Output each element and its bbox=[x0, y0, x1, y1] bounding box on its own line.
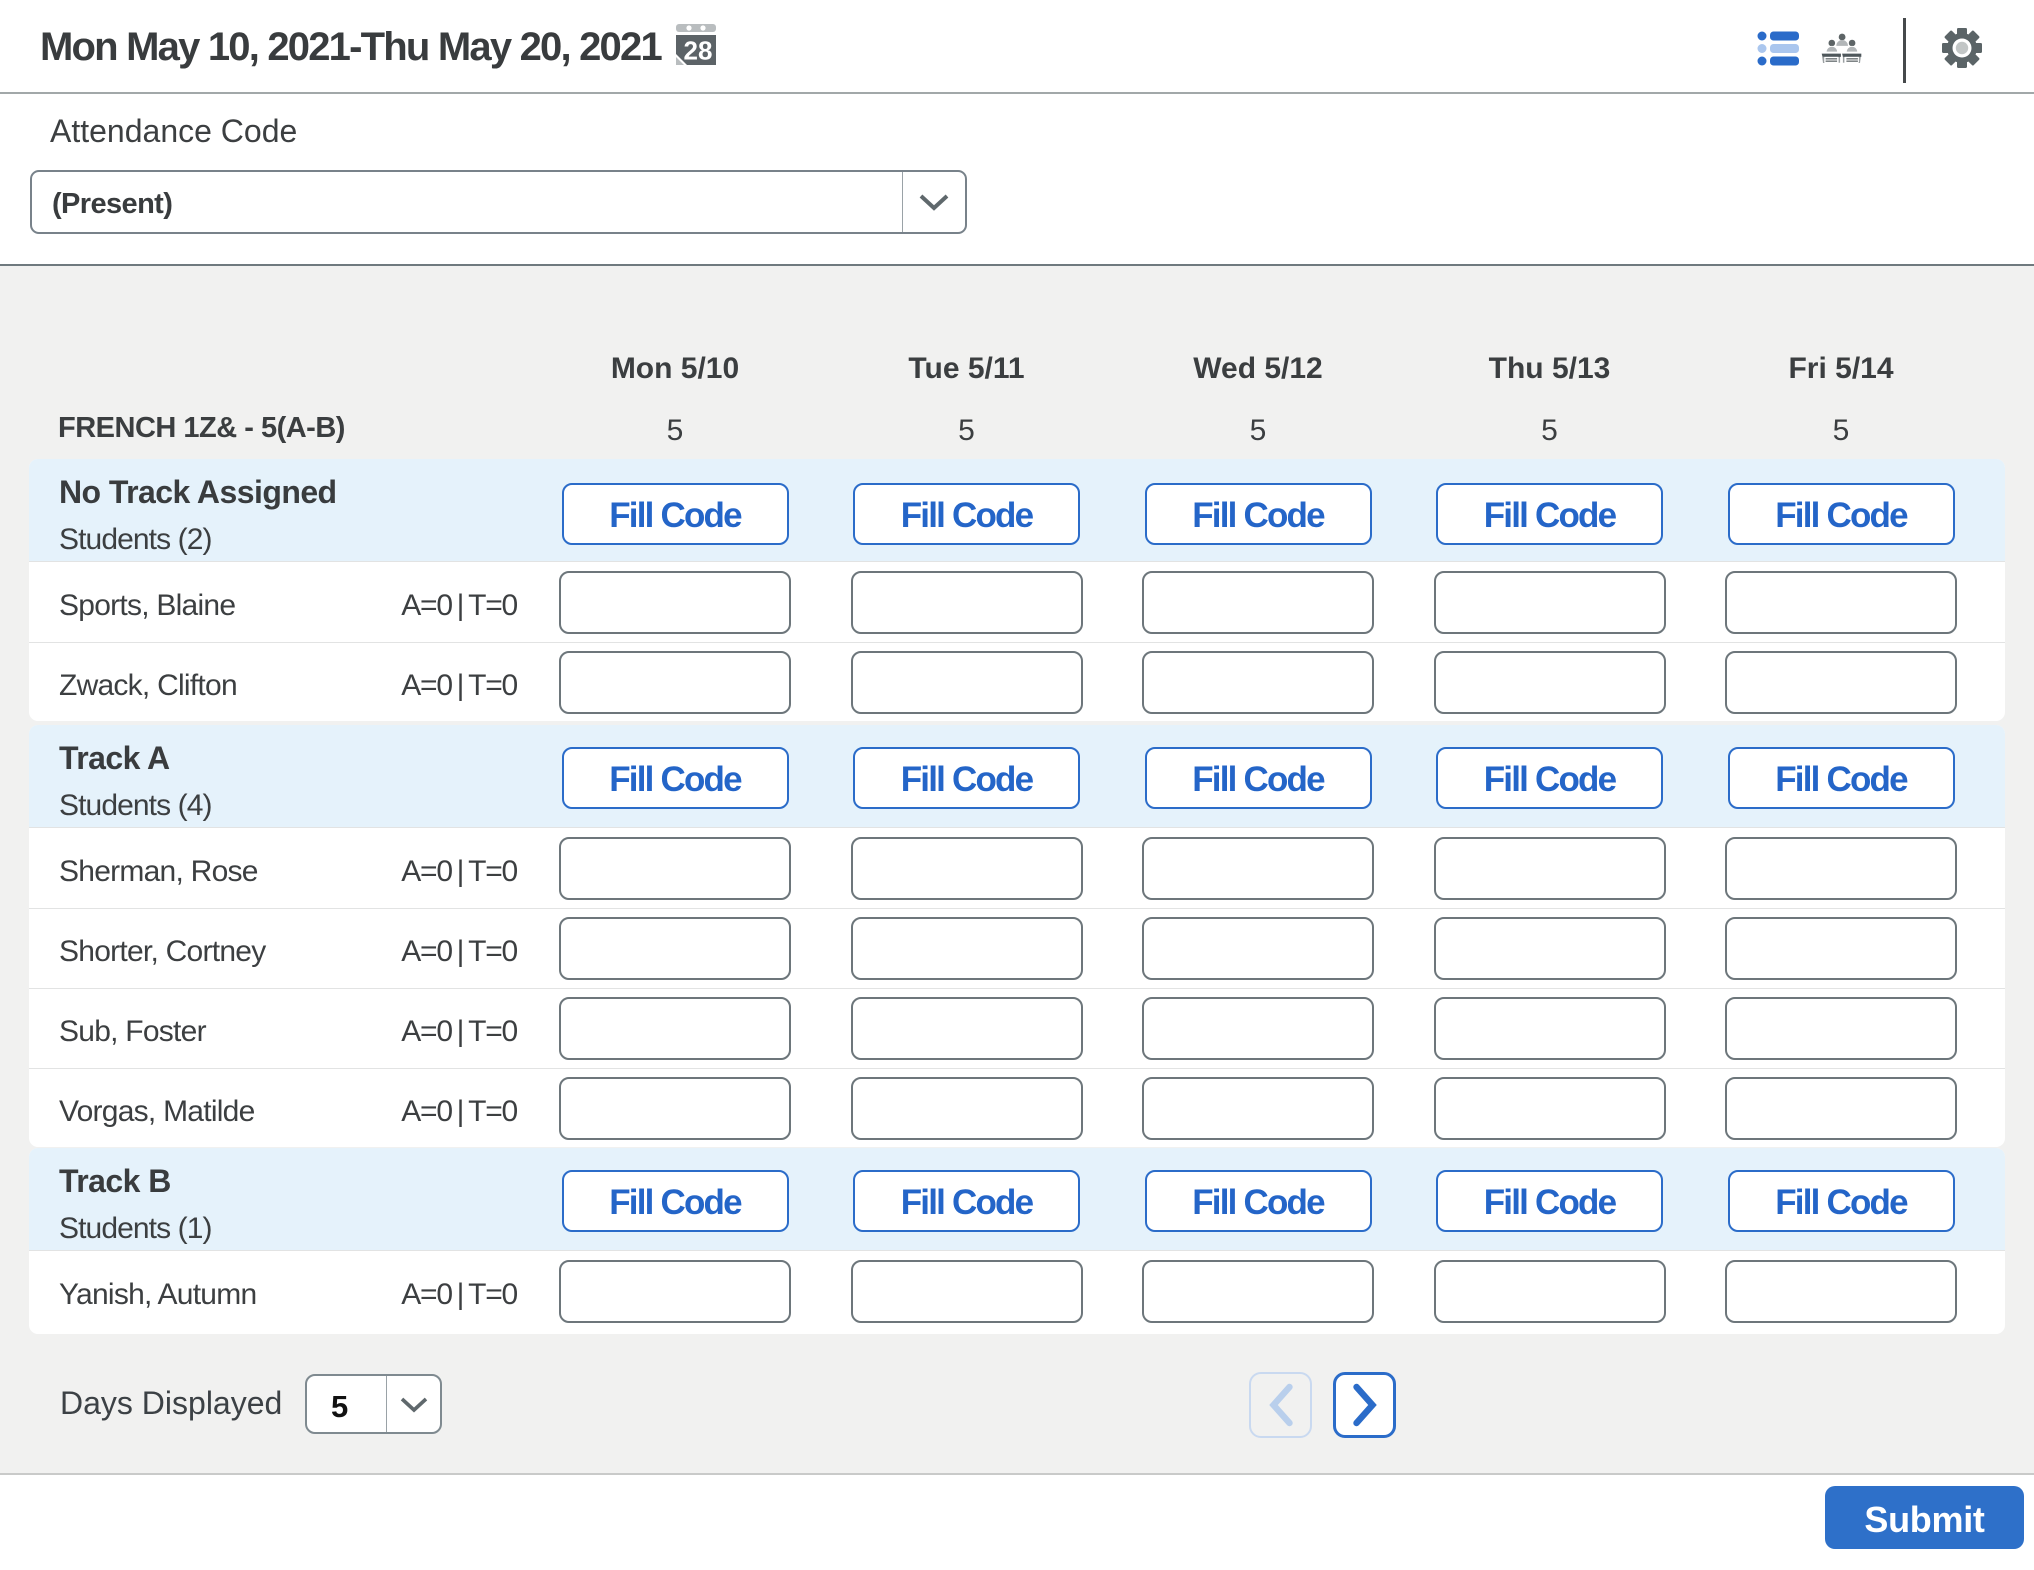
svg-text:28: 28 bbox=[684, 36, 713, 66]
